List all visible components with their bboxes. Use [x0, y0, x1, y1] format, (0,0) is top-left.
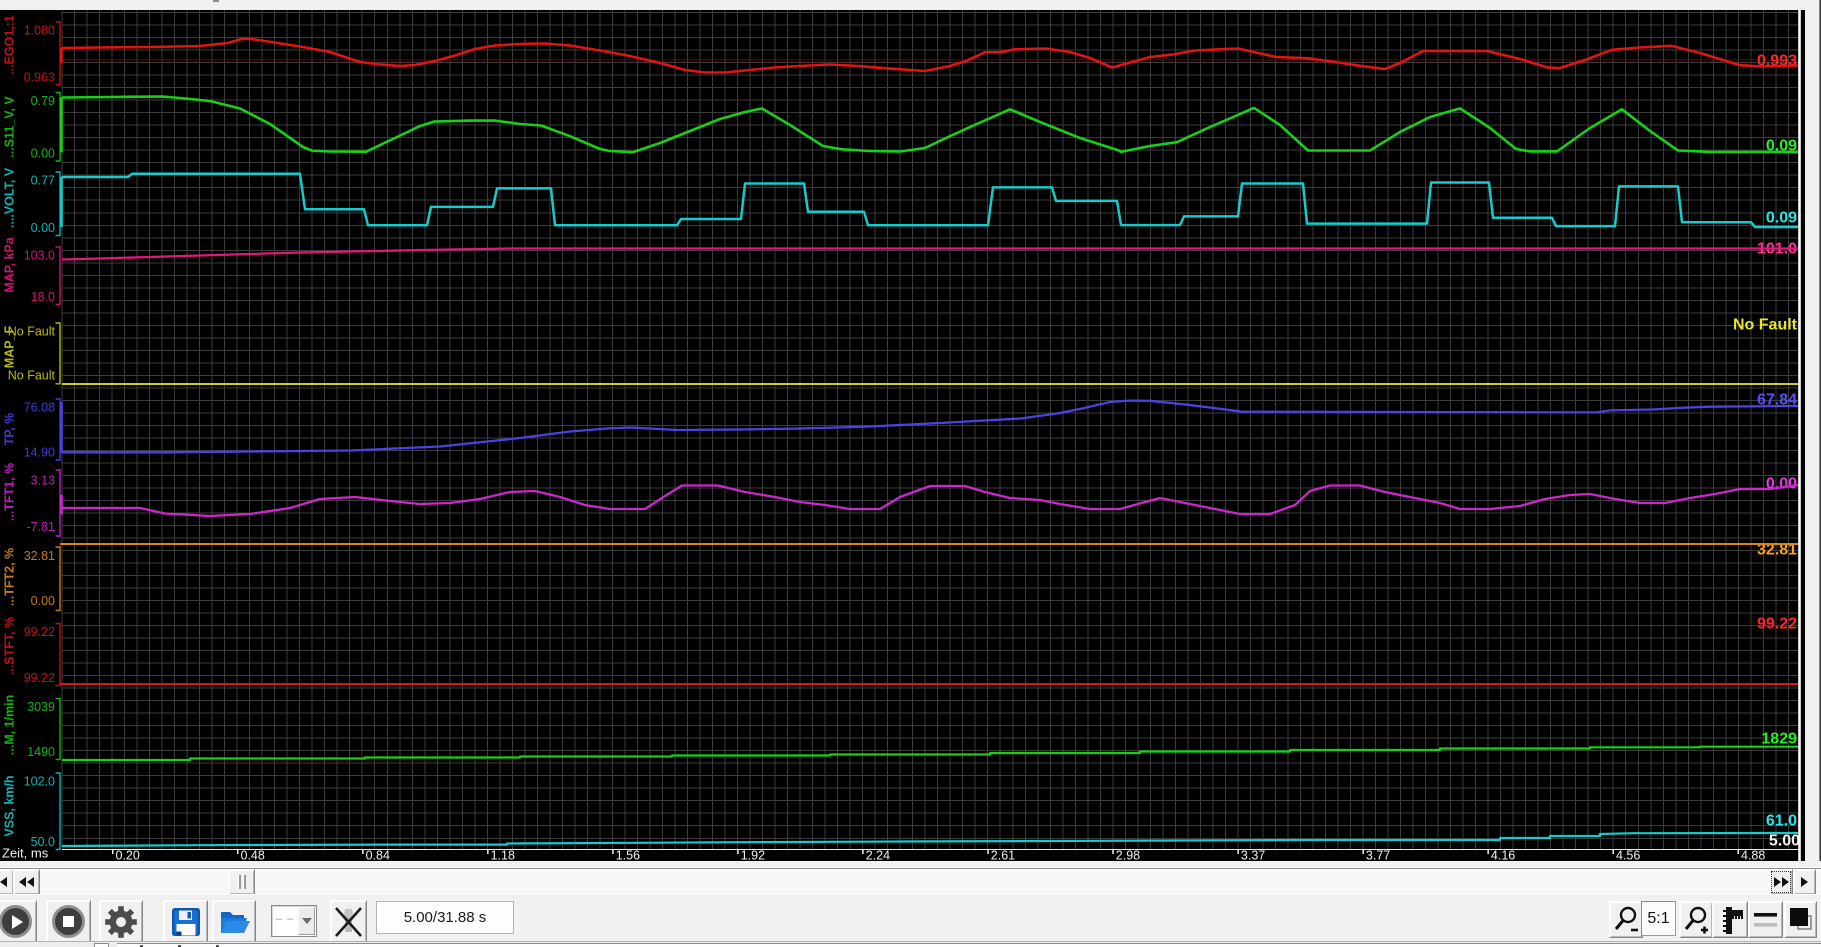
svg-text:4.56: 4.56	[1616, 849, 1640, 863]
svg-text:99.22: 99.22	[24, 625, 55, 639]
svg-text:VSS, km/h: VSS, km/h	[3, 775, 17, 836]
svg-text:MAP, kPa: MAP, kPa	[3, 236, 17, 292]
svg-text:0.00: 0.00	[31, 594, 55, 608]
svg-text:1490: 1490	[27, 745, 55, 759]
svg-text:4.88: 4.88	[1741, 849, 1765, 863]
svg-text:18.0: 18.0	[31, 290, 55, 304]
svg-text:102.0: 102.0	[24, 775, 55, 789]
svg-text:...EGO1,:1: ...EGO1,:1	[3, 15, 17, 75]
svg-text:....VOLT, V: ....VOLT, V	[3, 167, 17, 228]
svg-text:3.37: 3.37	[1241, 849, 1265, 863]
svg-text:0.00: 0.00	[31, 221, 55, 235]
svg-text:4.16: 4.16	[1491, 849, 1515, 863]
svg-text:...M, 1/min: ...M, 1/min	[3, 695, 17, 755]
svg-text:0.963: 0.963	[24, 71, 55, 85]
svg-text:14.90: 14.90	[24, 446, 55, 460]
svg-text:0.00: 0.00	[31, 147, 55, 161]
svg-text:61.0: 61.0	[1766, 813, 1797, 830]
svg-text:0.84: 0.84	[366, 849, 390, 863]
svg-text:Zeit, ms: Zeit, ms	[2, 846, 49, 861]
svg-text:76.08: 76.08	[24, 401, 55, 415]
svg-text:3.13: 3.13	[31, 474, 55, 488]
svg-text:No Fault: No Fault	[1733, 317, 1798, 334]
svg-text:2.61: 2.61	[991, 849, 1015, 863]
svg-text:1.080: 1.080	[24, 24, 55, 38]
svg-text:...TFT2, %: ...TFT2, %	[3, 548, 17, 606]
svg-text:1.92: 1.92	[741, 849, 765, 863]
svg-text:-7.81: -7.81	[27, 520, 56, 534]
svg-text:2.98: 2.98	[1116, 849, 1140, 863]
svg-text:1.56: 1.56	[616, 849, 640, 863]
svg-text:1829: 1829	[1761, 731, 1797, 748]
svg-text:5.00: 5.00	[1769, 833, 1800, 850]
svg-text:No Fault: No Fault	[8, 325, 56, 339]
svg-text:103.0: 103.0	[24, 249, 55, 263]
svg-text:...TFT1, %: ...TFT1, %	[3, 463, 17, 521]
svg-text:3039: 3039	[27, 700, 55, 714]
svg-text:0.48: 0.48	[241, 849, 265, 863]
svg-text:0.20: 0.20	[116, 849, 140, 863]
svg-text:99.22: 99.22	[24, 671, 55, 685]
svg-text:0.09: 0.09	[1766, 210, 1797, 227]
svg-text:No Fault: No Fault	[8, 369, 56, 383]
svg-text:...STFT, %: ...STFT, %	[3, 617, 17, 675]
svg-text:99.22: 99.22	[1757, 616, 1797, 633]
svg-text:32.81: 32.81	[24, 549, 55, 563]
svg-text:TP, %: TP, %	[3, 413, 17, 445]
svg-text:0.77: 0.77	[31, 174, 55, 188]
svg-text:1.18: 1.18	[491, 849, 515, 863]
svg-text:0.79: 0.79	[31, 94, 55, 108]
svg-text:...S11_V, V: ...S11_V, V	[3, 96, 17, 158]
svg-text:3.77: 3.77	[1366, 849, 1390, 863]
svg-text:2.24: 2.24	[866, 849, 890, 863]
